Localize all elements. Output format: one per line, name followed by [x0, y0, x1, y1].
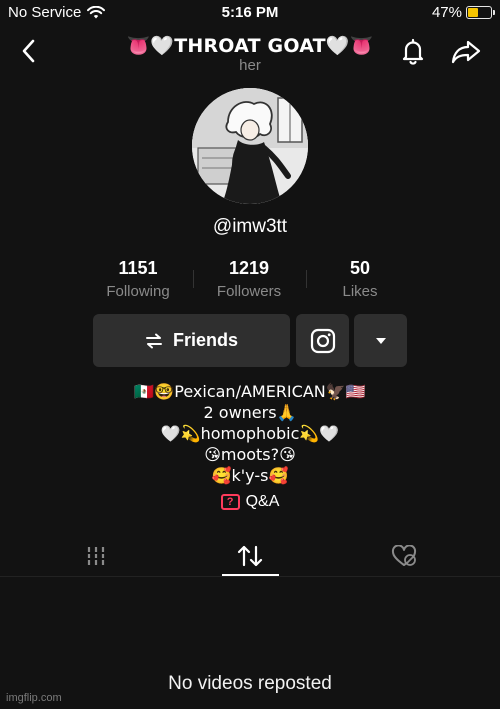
- more-options-button[interactable]: [354, 314, 407, 367]
- instagram-icon: [310, 328, 335, 353]
- stat-following[interactable]: 1151 Following: [78, 258, 198, 300]
- share-button[interactable]: [450, 36, 482, 66]
- liked-hidden-icon: [391, 545, 417, 566]
- anime-character-avatar: [192, 88, 308, 204]
- followers-count: 1219: [228, 258, 270, 278]
- tab-reposts[interactable]: [220, 535, 280, 577]
- battery-fill: [468, 8, 479, 17]
- battery-icon: [466, 6, 495, 19]
- action-buttons: Friends: [0, 314, 500, 368]
- bio-line: 🇲🇽🤓Pexican/AMERICAN🦅🇺🇸: [134, 382, 366, 401]
- following-label: Following: [106, 283, 170, 300]
- stats-row: 1151 Following 1219 Followers 50 Likes: [0, 258, 500, 304]
- notification-button[interactable]: [398, 36, 428, 66]
- profile-header: 👅🤍THROAT GOAT🤍👅 her: [0, 30, 500, 78]
- friends-button-label: Friends: [172, 330, 238, 350]
- swap-arrows-icon: [145, 333, 162, 348]
- bio-line: 😘moots?😘: [204, 445, 296, 464]
- clock: 5:16 PM: [221, 4, 279, 21]
- instagram-button[interactable]: [296, 314, 349, 367]
- avatar[interactable]: [192, 88, 308, 204]
- stat-likes[interactable]: 50 Likes: [300, 258, 420, 300]
- videos-grid-icon: [86, 547, 106, 565]
- tab-liked[interactable]: [374, 535, 434, 577]
- username: @imw3tt: [212, 216, 288, 237]
- bio: 🇲🇽🤓Pexican/AMERICAN🦅🇺🇸 2 owners🙏 🤍💫homop…: [0, 381, 500, 486]
- battery-percent: 47%: [431, 4, 462, 21]
- friends-button[interactable]: Friends: [93, 314, 290, 367]
- qa-link[interactable]: ? Q&A: [0, 493, 500, 511]
- bio-line: 🥰k'y-s🥰: [211, 466, 289, 485]
- repost-icon: [237, 545, 263, 567]
- battery-info: 47%: [431, 4, 495, 21]
- tab-videos[interactable]: [66, 535, 126, 577]
- share-arrow-icon: [451, 40, 481, 64]
- bio-line: 2 owners🙏: [203, 403, 297, 422]
- empty-state-message: No videos reposted: [168, 673, 332, 694]
- likes-label: Likes: [342, 283, 378, 300]
- status-bar: No Service 5:16 PM 47%: [0, 0, 500, 26]
- active-tab-indicator: [222, 574, 279, 576]
- watermark: imgflip.com: [6, 692, 62, 704]
- qa-label: Q&A: [245, 493, 280, 510]
- content-tabs: [0, 535, 500, 577]
- bell-icon: [402, 38, 424, 65]
- question-icon: ?: [220, 494, 240, 510]
- stat-followers[interactable]: 1219 Followers: [189, 258, 309, 300]
- followers-label: Followers: [216, 283, 282, 300]
- likes-count: 50: [349, 258, 371, 278]
- caret-down-icon: [375, 337, 386, 344]
- following-count: 1151: [118, 258, 158, 278]
- bio-line: 🤍💫homophobic💫🤍: [160, 424, 340, 443]
